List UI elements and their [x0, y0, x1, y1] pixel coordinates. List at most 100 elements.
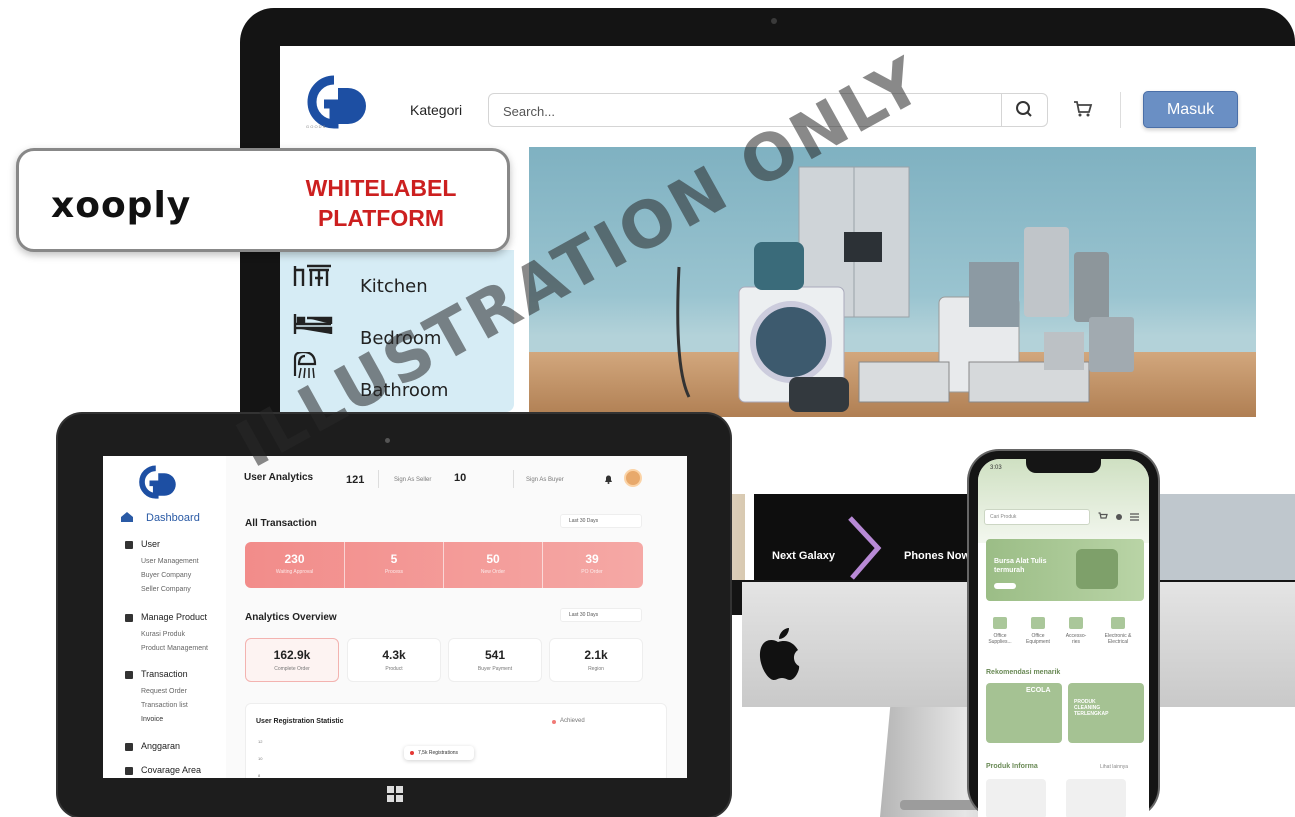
phone-lihat-semua-link[interactable]: Lihat lainnya: [1100, 764, 1128, 770]
stat-label: Waiting Approval: [275, 569, 314, 575]
galaxy-fold-graphic: [848, 516, 882, 580]
sidebar-request-order[interactable]: Request Order: [141, 688, 187, 695]
card-label: Product: [385, 666, 403, 672]
banner-next-galaxy: Next Galaxy: [772, 550, 835, 562]
card-complete-order[interactable]: 162.9k Complete Order: [245, 638, 339, 682]
phone-cat-accessories[interactable]: Accesso-ries: [1062, 617, 1090, 645]
card-value: 162.9k: [273, 648, 311, 662]
card-buyer-payment[interactable]: 541 Buyer Payment: [448, 638, 542, 682]
stat-new-order[interactable]: 50 New Order: [443, 542, 542, 588]
login-button[interactable]: Masuk: [1143, 91, 1238, 128]
phone-menu-icon[interactable]: [1130, 513, 1139, 521]
phone-cart-icon[interactable]: [1098, 512, 1108, 521]
admin-sidebar: Dashboard User User Management Buyer Com…: [103, 456, 226, 778]
phone-banner-cta[interactable]: [994, 583, 1016, 589]
phone-search-input[interactable]: Cari Produk: [984, 509, 1090, 525]
home-icon: [121, 512, 133, 522]
phone-cat-office-equipment[interactable]: Office Equipment: [1024, 617, 1052, 645]
windows-logo-icon[interactable]: [387, 786, 403, 802]
transaction-icon: [125, 671, 133, 679]
stat-label: New Order: [480, 569, 506, 575]
user-analytics-title: User Analytics: [244, 472, 314, 483]
stat-waiting-approval[interactable]: 230 Waiting Approval: [245, 542, 344, 588]
phone-bell-icon[interactable]: [1116, 514, 1122, 520]
legend-achieved: Achieved: [560, 718, 585, 724]
stat-value: 230: [284, 552, 305, 566]
search-icon[interactable]: [1001, 94, 1047, 126]
category-bathroom[interactable]: Bathroom: [360, 380, 448, 401]
sidebar-seller-company[interactable]: Seller Company: [141, 586, 191, 593]
hero-banner[interactable]: [529, 147, 1256, 417]
category-panel: Kitchen Bedroom Bathroom: [280, 250, 514, 412]
promo-banner-right[interactable]: [1155, 494, 1295, 580]
phone-cat-electronic[interactable]: Electronic & Electrical: [1100, 617, 1136, 645]
gd-logo[interactable]: G O O D S: [304, 74, 368, 130]
category-bedroom[interactable]: Bedroom: [360, 328, 441, 349]
apple-logo-icon: [759, 628, 800, 680]
sidebar-product-management[interactable]: Product Management: [141, 645, 208, 652]
card-product[interactable]: 4.3k Product: [347, 638, 441, 682]
y-tick: 10: [258, 756, 263, 761]
seller-label: Sign As Seller: [394, 477, 432, 483]
sidebar-manage-product[interactable]: Manage Product: [141, 612, 207, 622]
phone-cat-office-supplies[interactable]: Office Supplies...: [986, 617, 1014, 645]
sidebar-user-management[interactable]: User Management: [141, 558, 199, 565]
header-divider: [1120, 92, 1121, 128]
category-kitchen[interactable]: Kitchen: [360, 276, 428, 297]
stat-value: 50: [486, 552, 500, 566]
legend-dot: [552, 720, 556, 724]
analytics-filter[interactable]: Last 30 Days: [560, 608, 642, 622]
sidebar-user[interactable]: User: [141, 539, 160, 549]
avatar[interactable]: [624, 469, 642, 487]
phone-screen: 3:03 Cari Produk Bursa Alat Tulis termur…: [978, 459, 1149, 817]
header-divider-2: [513, 470, 514, 488]
card-value: 4.3k: [382, 648, 406, 662]
tooltip-dot: [410, 751, 414, 755]
phone-promo-cleaning[interactable]: PRODUK CLEANING TERLENGKAP: [1068, 683, 1144, 743]
coverage-icon: [125, 767, 133, 775]
phone-cat-label: Office Supplies...: [988, 633, 1012, 645]
sidebar-buyer-company[interactable]: Buyer Company: [141, 572, 191, 579]
phone-product-card[interactable]: [986, 779, 1046, 817]
svg-text:G O O D S: G O O D S: [306, 124, 326, 129]
whitelabel-title: WHITELABEL PLATFORM: [305, 175, 457, 231]
phone-search-placeholder: Cari Produk: [990, 514, 1017, 520]
phone-banner-title: Bursa Alat Tulis termurah: [994, 558, 1047, 574]
user-icon: [125, 541, 133, 549]
card-region[interactable]: 2.1k Region: [549, 638, 643, 682]
phone-cat-label: Electronic & Electrical: [1104, 633, 1132, 645]
card-label: Region: [588, 666, 604, 672]
phone-promo-banner[interactable]: Bursa Alat Tulis termurah: [986, 539, 1144, 601]
cart-icon[interactable]: [1073, 100, 1093, 118]
stat-label: PO Order: [581, 569, 603, 575]
sidebar-anggaran[interactable]: Anggaran: [141, 741, 180, 751]
bell-icon[interactable]: [604, 474, 613, 484]
all-transaction-title: All Transaction: [245, 518, 317, 529]
stat-label: Process: [384, 569, 404, 575]
sidebar-invoice[interactable]: Invoice: [141, 716, 163, 723]
promo-banner-galaxy[interactable]: Next Galaxy Phones Now: [754, 494, 972, 580]
sidebar-transaction-list[interactable]: Transaction list: [141, 702, 188, 709]
stat-value: 39: [585, 552, 599, 566]
promo-cleaning-label: PRODUK CLEANING TERLENGKAP: [1074, 699, 1109, 717]
phone-time: 3:03: [990, 465, 1002, 471]
search-input[interactable]: Search...: [488, 93, 1048, 127]
phone-product-card[interactable]: [1066, 779, 1126, 817]
mockup-stage: G O O D S Kategori Search... Masuk Kitch…: [0, 0, 1295, 817]
kitchen-icon: [293, 264, 331, 286]
sidebar-coverage-area[interactable]: Covarage Area: [141, 765, 201, 775]
sidebar-transaction[interactable]: Transaction: [141, 669, 188, 679]
y-tick: 8: [258, 773, 261, 778]
sidebar-dashboard[interactable]: Dashboard: [146, 512, 200, 524]
kategori-menu[interactable]: Kategori: [410, 102, 462, 118]
gd-logo-small[interactable]: [137, 464, 177, 500]
stat-process[interactable]: 5 Process: [344, 542, 443, 588]
all-transaction-filter[interactable]: Last 30 Days: [560, 514, 642, 528]
phone-banner-graphic: [1076, 549, 1118, 589]
stat-value: 5: [390, 552, 398, 566]
phone-promo-ecola[interactable]: ECOLA: [986, 683, 1062, 743]
stat-po-order[interactable]: 39 PO Order: [542, 542, 641, 588]
registration-title: User Registration Statistic: [256, 718, 344, 725]
electronic-icon: [1111, 617, 1125, 629]
sidebar-kurasi-produk[interactable]: Kurasi Produk: [141, 631, 185, 638]
